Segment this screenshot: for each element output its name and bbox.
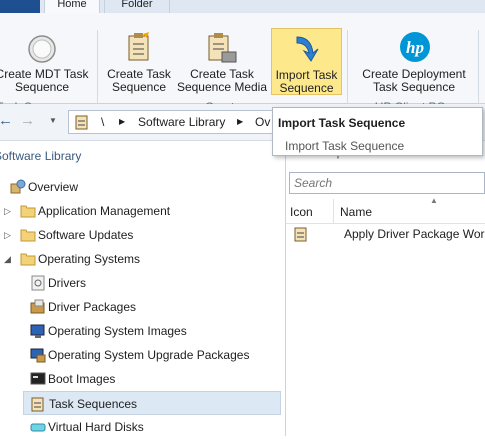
breadcrumb-chevron-icon: ▶ xyxy=(237,117,244,126)
breadcrumb-chevron-icon: ▶ xyxy=(119,117,126,126)
tab-folder[interactable]: Folder xyxy=(104,0,170,13)
tree-item-driver-packages[interactable]: Driver Packages xyxy=(30,295,275,319)
overview-icon xyxy=(10,179,26,194)
ribbon-tab-bar: Home Folder xyxy=(0,0,485,14)
tab-home[interactable]: Home xyxy=(44,0,100,13)
task-sequence-tree-icon xyxy=(31,397,44,412)
tree-item-overview[interactable]: Overview xyxy=(10,175,270,199)
column-header-row: Icon Name ▲ xyxy=(286,196,485,224)
column-header-name[interactable]: Name xyxy=(340,199,480,223)
import-task-sequence-button[interactable]: Import Task Sequence xyxy=(271,28,342,95)
breadcrumb-software-library[interactable]: Software Library xyxy=(138,111,225,133)
boot-image-icon xyxy=(30,372,46,385)
navigation-pane-header: Software Library xyxy=(0,149,82,163)
tree-item-task-sequences[interactable]: Task Sequences xyxy=(23,391,281,415)
search-input[interactable] xyxy=(289,172,485,194)
back-arrow-icon[interactable]: ← xyxy=(0,112,14,130)
history-dropdown-icon[interactable]: ▼ xyxy=(49,116,57,125)
driver-package-icon xyxy=(30,299,45,314)
task-sequence-icon xyxy=(128,32,149,61)
tree-item-operating-system-images[interactable]: Operating System Images xyxy=(30,319,275,343)
create-task-sequence-media-button[interactable]: Create Task Sequence Media xyxy=(176,28,268,95)
import-arrow-icon xyxy=(296,36,319,62)
create-mdt-task-sequence-button[interactable]: Create MDT Task Sequence xyxy=(0,28,90,95)
folder-icon xyxy=(20,205,36,218)
collapse-arrow-icon[interactable]: ◢ xyxy=(4,247,12,271)
create-task-sequence-button[interactable]: Create Task Sequence xyxy=(106,28,172,95)
task-sequence-small-icon xyxy=(75,115,88,130)
table-row[interactable]: Apply Driver Package Work xyxy=(286,223,485,245)
row-name-cell: Apply Driver Package Work xyxy=(344,227,485,241)
breadcrumb-root[interactable]: \ xyxy=(101,111,104,133)
tree-item-software-updates[interactable]: ▷ Software Updates xyxy=(2,223,272,247)
mdt-disc-icon xyxy=(28,35,56,63)
expand-arrow-icon[interactable]: ▷ xyxy=(4,223,12,247)
tree-item-operating-systems[interactable]: ◢ Operating Systems xyxy=(2,247,272,271)
folder-icon xyxy=(20,229,36,242)
folder-open-icon xyxy=(20,253,36,266)
column-header-icon[interactable]: Icon xyxy=(286,199,334,223)
task-sequence-media-icon xyxy=(208,33,237,63)
virtual-disk-icon xyxy=(30,423,46,432)
tree-item-application-management[interactable]: ▷ Application Management xyxy=(2,199,272,223)
tooltip: Import Task Sequence Import Task Sequenc… xyxy=(272,107,483,156)
driver-icon xyxy=(31,275,45,291)
tree-item-boot-images[interactable]: Boot Images xyxy=(30,367,275,391)
hp-logo-icon: hp xyxy=(400,32,430,62)
sort-ascending-icon: ▲ xyxy=(430,196,438,205)
tree-item-drivers[interactable]: Drivers xyxy=(30,271,275,295)
os-image-icon xyxy=(30,324,45,338)
group-separator xyxy=(478,30,479,112)
svg-text:hp: hp xyxy=(406,38,424,57)
create-deployment-task-sequence-button[interactable]: hp Create Deployment Task Sequence xyxy=(355,28,473,95)
application-menu-button[interactable] xyxy=(0,0,40,13)
tooltip-title: Import Task Sequence xyxy=(278,116,406,130)
breadcrumb[interactable]: \ ▶ Software Library ▶ Ov xyxy=(68,110,288,134)
tooltip-body: Import Task Sequence xyxy=(285,139,405,153)
expand-arrow-icon[interactable]: ▷ xyxy=(4,199,12,223)
ribbon: Create MDT Task Sequence Create Task Seq… xyxy=(0,13,485,114)
forward-arrow-icon[interactable]: → xyxy=(20,112,36,130)
tree-item-os-upgrade-packages[interactable]: Operating System Upgrade Packages xyxy=(30,343,275,367)
breadcrumb-overview[interactable]: Ov xyxy=(255,111,270,133)
os-upgrade-package-icon xyxy=(30,348,46,363)
task-sequence-row-icon xyxy=(294,227,307,242)
tree-item-virtual-hard-disks[interactable]: Virtual Hard Disks xyxy=(30,415,275,439)
